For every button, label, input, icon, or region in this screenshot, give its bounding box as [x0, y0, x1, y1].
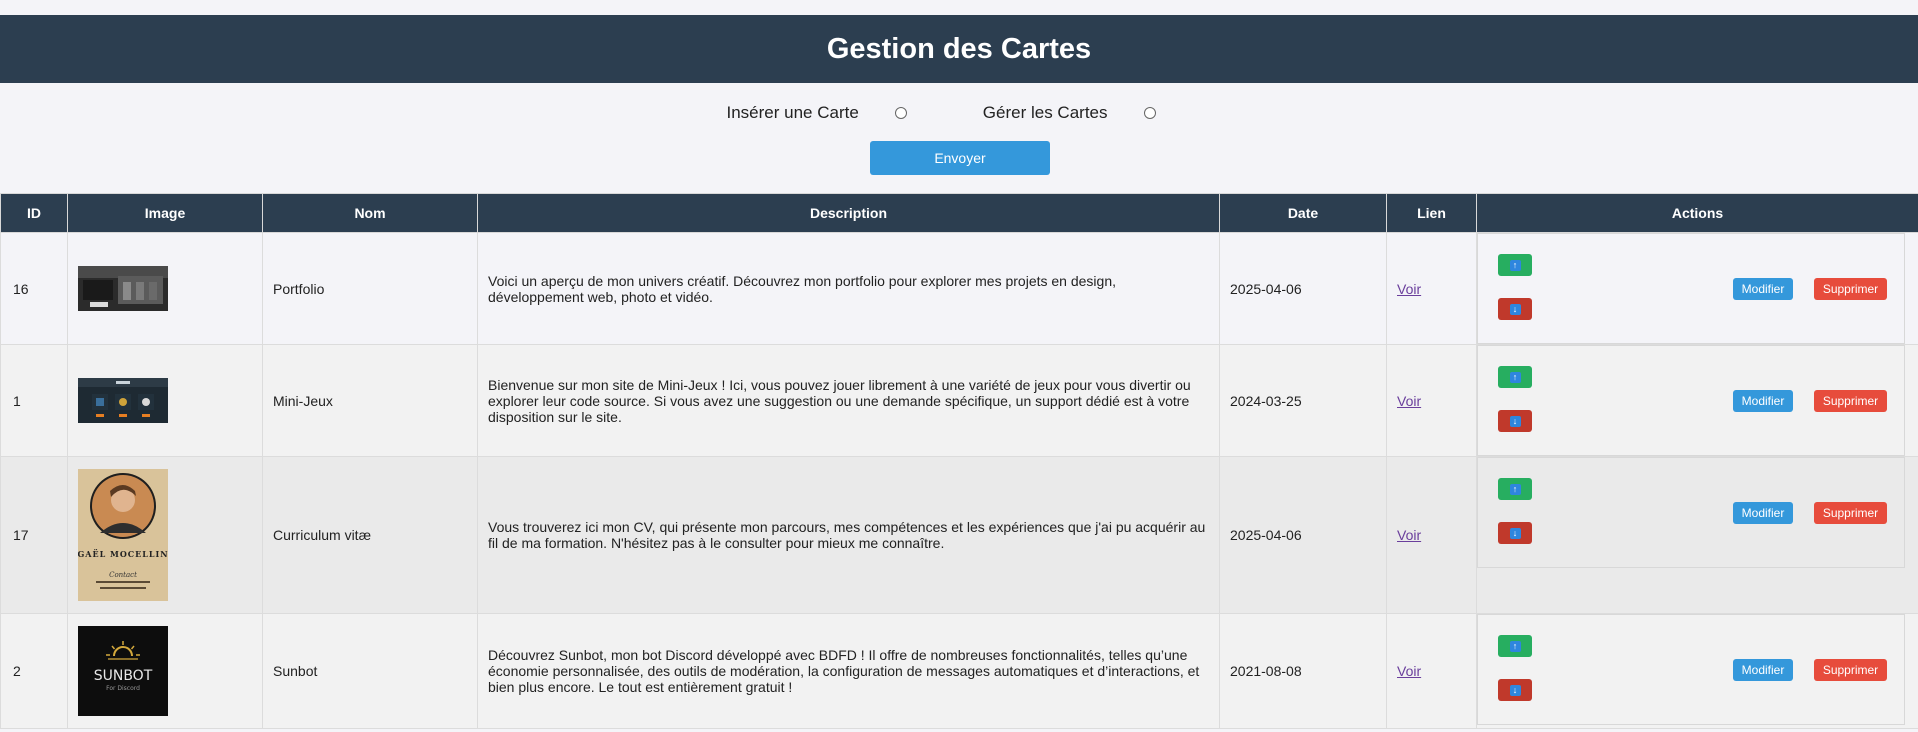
col-description: Description	[477, 193, 1220, 233]
col-link: Lien	[1386, 193, 1477, 233]
cell-image	[67, 232, 263, 345]
thumbnail-name-text: GAËL MOCELLIN	[78, 549, 168, 559]
move-down-button[interactable]: ↓	[1498, 298, 1532, 320]
cell-link: Voir	[1386, 456, 1477, 614]
cell-id: 17	[0, 456, 68, 614]
cards-table: ID Image Nom Description Date Lien Actio…	[0, 193, 1918, 729]
cell-link: Voir	[1386, 613, 1477, 729]
move-down-button[interactable]: ↓	[1498, 410, 1532, 432]
cell-image: GAËL MOCELLIN Contact	[67, 456, 263, 614]
card-action-form: Insérer une Carte Gérer les Cartes	[0, 100, 1918, 126]
card-thumbnail-cv: GAËL MOCELLIN Contact	[78, 469, 168, 601]
radio-manage[interactable]	[1143, 107, 1156, 119]
cell-description: Bienvenue sur mon site de Mini-Jeux ! Ic…	[477, 344, 1220, 457]
cell-description: Voici un aperçu de mon univers créatif. …	[477, 232, 1220, 345]
view-link[interactable]: Voir	[1397, 393, 1421, 409]
edit-button[interactable]: Modifier	[1733, 390, 1793, 412]
cell-date: 2025-04-06	[1219, 456, 1387, 614]
cell-id: 1	[0, 344, 68, 457]
move-up-button[interactable]: ↑	[1498, 635, 1532, 657]
arrow-up-icon: ↑	[1509, 640, 1521, 652]
table-row: 1 Mini-Jeux Bienvenue sur mon site de Mi…	[0, 344, 1918, 457]
move-down-button[interactable]: ↓	[1498, 522, 1532, 544]
cell-actions: ↑ ↓ Modifier Supprimer	[1476, 232, 1918, 345]
thumbnail-subtitle-text: For Discord	[106, 685, 140, 692]
col-name: Nom	[262, 193, 478, 233]
arrow-down-icon: ↓	[1509, 415, 1521, 427]
page-header: Gestion des Cartes	[0, 15, 1918, 83]
arrow-down-icon: ↓	[1509, 527, 1521, 539]
view-link[interactable]: Voir	[1397, 281, 1421, 297]
edit-button[interactable]: Modifier	[1733, 659, 1793, 681]
cell-link: Voir	[1386, 344, 1477, 457]
delete-button[interactable]: Supprimer	[1814, 278, 1887, 300]
col-image: Image	[67, 193, 263, 233]
cell-name: Curriculum vitæ	[262, 456, 478, 614]
thumbnail-contact-text: Contact	[109, 571, 137, 579]
cell-image: SUNBOT For Discord	[67, 613, 263, 729]
arrow-up-icon: ↑	[1509, 483, 1521, 495]
delete-button[interactable]: Supprimer	[1814, 390, 1887, 412]
radio-insert[interactable]	[894, 107, 907, 119]
edit-button[interactable]: Modifier	[1733, 502, 1793, 524]
move-down-button[interactable]: ↓	[1498, 679, 1532, 701]
option-manage-label: Gérer les Cartes	[982, 103, 1108, 122]
table-header-row: ID Image Nom Description Date Lien Actio…	[0, 193, 1918, 233]
arrow-up-icon: ↑	[1509, 259, 1521, 271]
move-up-button[interactable]: ↑	[1498, 254, 1532, 276]
cell-actions: ↑ ↓ Modifier Supprimer	[1476, 456, 1918, 614]
actions-box: ↑ ↓ Modifier Supprimer	[1477, 345, 1905, 456]
edit-button[interactable]: Modifier	[1733, 278, 1793, 300]
col-actions: Actions	[1476, 193, 1918, 233]
actions-box: ↑ ↓ Modifier Supprimer	[1477, 233, 1905, 344]
submit-button[interactable]: Envoyer	[870, 141, 1050, 175]
cell-date: 2024-03-25	[1219, 344, 1387, 457]
option-manage[interactable]: Gérer les Cartes	[983, 103, 1192, 123]
option-insert-label: Insérer une Carte	[726, 103, 859, 122]
cell-description: Vous trouverez ici mon CV, qui présente …	[477, 456, 1220, 614]
actions-box: ↑ ↓ Modifier Supprimer	[1477, 457, 1905, 568]
cell-name: Sunbot	[262, 613, 478, 729]
actions-box: ↑ ↓ Modifier Supprimer	[1477, 614, 1905, 725]
page-title: Gestion des Cartes	[826, 32, 1092, 65]
arrow-down-icon: ↓	[1509, 684, 1521, 696]
table-row: 16 Portfolio Voici un aperçu de mon univ…	[0, 232, 1918, 345]
arrow-down-icon: ↓	[1509, 303, 1521, 315]
cell-image	[67, 344, 263, 457]
cell-name: Mini-Jeux	[262, 344, 478, 457]
col-date: Date	[1219, 193, 1387, 233]
table-row: 2 SUNBOT For Discord Sunbot Découvrez Su…	[0, 613, 1918, 729]
arrow-up-icon: ↑	[1509, 371, 1521, 383]
delete-button[interactable]: Supprimer	[1814, 502, 1887, 524]
thumbnail-title-text: SUNBOT	[94, 668, 153, 684]
view-link[interactable]: Voir	[1397, 663, 1421, 679]
cell-date: 2021-08-08	[1219, 613, 1387, 729]
delete-button[interactable]: Supprimer	[1814, 659, 1887, 681]
move-up-button[interactable]: ↑	[1498, 478, 1532, 500]
view-link[interactable]: Voir	[1397, 527, 1421, 543]
cell-id: 2	[0, 613, 68, 729]
cell-id: 16	[0, 232, 68, 345]
cell-link: Voir	[1386, 232, 1477, 345]
option-insert[interactable]: Insérer une Carte	[727, 103, 943, 123]
col-id: ID	[0, 193, 68, 233]
cell-actions: ↑ ↓ Modifier Supprimer	[1476, 344, 1918, 457]
cell-date: 2025-04-06	[1219, 232, 1387, 345]
cell-description: Découvrez Sunbot, mon bot Discord dévelo…	[477, 613, 1220, 729]
table-row: 17 GAËL MOCELLIN Contact Curriculum vitæ…	[0, 456, 1918, 614]
card-thumbnail-minijeux	[78, 378, 168, 423]
cell-actions: ↑ ↓ Modifier Supprimer	[1476, 613, 1918, 729]
cell-name: Portfolio	[262, 232, 478, 345]
card-thumbnail-sunbot: SUNBOT For Discord	[78, 626, 168, 716]
move-up-button[interactable]: ↑	[1498, 366, 1532, 388]
card-thumbnail-portfolio	[78, 266, 168, 311]
